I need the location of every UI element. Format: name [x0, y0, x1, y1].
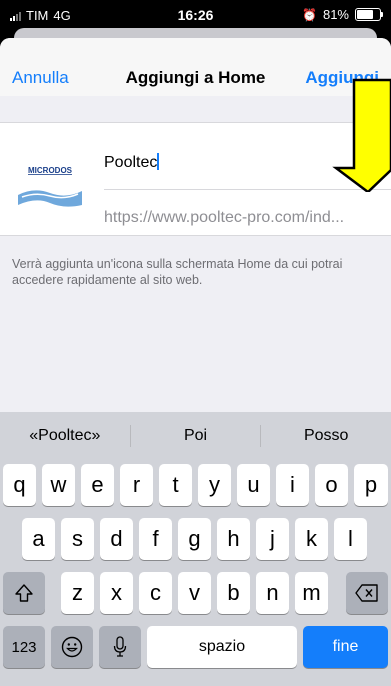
space-key[interactable]: spazio [147, 626, 297, 668]
key-g[interactable]: g [178, 518, 211, 560]
key-s[interactable]: s [61, 518, 94, 560]
key-f[interactable]: f [139, 518, 172, 560]
yellow-arrow-annotation [332, 78, 391, 192]
microphone-icon [113, 636, 127, 657]
delete-key[interactable] [346, 572, 388, 614]
alarm-icon: ⏰ [302, 7, 317, 22]
key-p[interactable]: p [354, 464, 388, 506]
prediction-3[interactable]: Posso [261, 427, 391, 445]
name-input[interactable]: Pooltec [104, 153, 160, 172]
url-field: https://www.pooltec-pro.com/ind... [104, 209, 345, 226]
key-m[interactable]: m [295, 572, 328, 614]
key-t[interactable]: t [159, 464, 192, 506]
predictive-bar: «Pooltec» Poi Posso [0, 412, 391, 460]
key-n[interactable]: n [256, 572, 289, 614]
key-a[interactable]: a [22, 518, 55, 560]
key-u[interactable]: u [237, 464, 270, 506]
prediction-2[interactable]: Poi [131, 427, 261, 445]
battery-percent: 81% [322, 7, 349, 22]
key-o[interactable]: o [315, 464, 348, 506]
thumbnail-logo-text: MICRODOS [28, 166, 73, 175]
key-l[interactable]: l [334, 518, 367, 560]
key-e[interactable]: e [81, 464, 114, 506]
emoji-icon [61, 636, 83, 658]
key-v[interactable]: v [178, 572, 211, 614]
info-text: Verrà aggiunta un'icona sulla schermata … [12, 257, 343, 287]
shift-icon [15, 584, 33, 602]
key-q[interactable]: q [3, 464, 36, 506]
key-k[interactable]: k [295, 518, 328, 560]
key-c[interactable]: c [139, 572, 172, 614]
shift-key[interactable] [3, 572, 45, 614]
dictation-key[interactable] [99, 626, 141, 668]
key-r[interactable]: r [120, 464, 153, 506]
site-thumbnail: MICRODOS [14, 143, 86, 215]
key-x[interactable]: x [100, 572, 133, 614]
key-h[interactable]: h [217, 518, 250, 560]
key-b[interactable]: b [217, 572, 250, 614]
key-d[interactable]: d [100, 518, 133, 560]
key-row-1: q w e r t y u i o p [0, 464, 391, 506]
key-row-3: z x c v b n m [0, 572, 391, 614]
key-row-4: 123 spazio fine [0, 626, 391, 668]
status-bar: TIM 4G 16:26 ⏰ 81% [0, 0, 391, 30]
key-i[interactable]: i [276, 464, 309, 506]
emoji-key[interactable] [51, 626, 93, 668]
key-row-2: a s d f g h j k l [0, 518, 391, 560]
numbers-key[interactable]: 123 [3, 626, 45, 668]
name-input-value: Pooltec [104, 154, 158, 171]
key-y[interactable]: y [198, 464, 231, 506]
text-caret [157, 153, 160, 170]
key-j[interactable]: j [256, 518, 289, 560]
done-key[interactable]: fine [303, 626, 388, 668]
backspace-icon [355, 584, 378, 602]
key-z[interactable]: z [61, 572, 94, 614]
battery-icon [355, 8, 383, 21]
key-w[interactable]: w [42, 464, 75, 506]
keyboard: «Pooltec» Poi Posso q w e r t y u i o p … [0, 412, 391, 686]
prediction-1[interactable]: «Pooltec» [0, 427, 130, 445]
status-right: ⏰ 81% [302, 7, 383, 22]
